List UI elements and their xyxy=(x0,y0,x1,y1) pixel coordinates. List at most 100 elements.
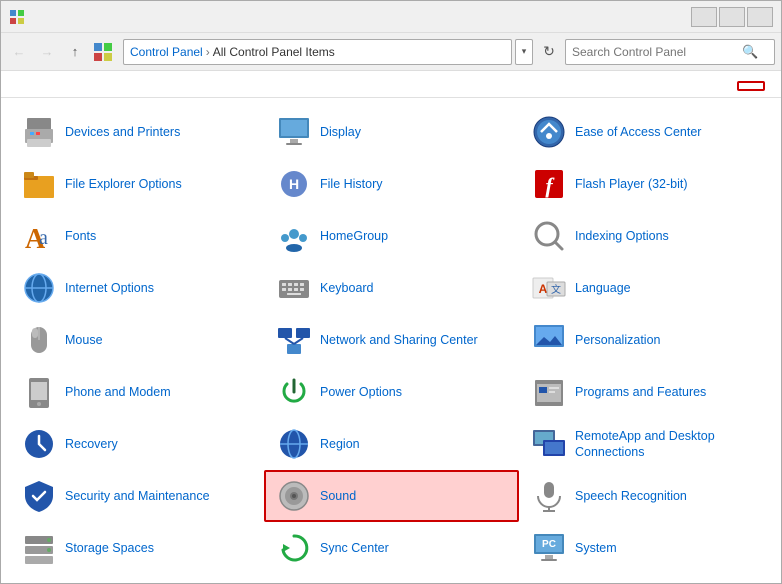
speech-icon xyxy=(531,478,567,514)
item-sync-center[interactable]: Sync Center xyxy=(264,522,519,574)
personalization-icon xyxy=(531,322,567,358)
item-label-devices-and-printers: Devices and Printers xyxy=(65,124,180,140)
up-button[interactable]: ↑ xyxy=(63,40,87,64)
content-area: Devices and Printers Display Ease of Acces… xyxy=(1,71,781,583)
search-box: 🔍 xyxy=(565,39,775,65)
region-icon xyxy=(276,426,312,462)
item-speech-recognition[interactable]: Speech Recognition xyxy=(519,470,774,522)
sync-icon xyxy=(276,530,312,566)
items-grid: Devices and Printers Display Ease of Acces… xyxy=(9,106,781,574)
item-display[interactable]: Display xyxy=(264,106,519,158)
flash-icon: f xyxy=(531,166,567,202)
item-system[interactable]: PC System xyxy=(519,522,774,574)
item-label-region: Region xyxy=(320,436,360,452)
window-controls xyxy=(691,7,773,27)
item-file-history[interactable]: HFile History xyxy=(264,158,519,210)
items-grid-scroll: Devices and Printers Display Ease of Acces… xyxy=(1,98,781,583)
item-mouse[interactable]: Mouse xyxy=(9,314,264,366)
phone-icon xyxy=(21,374,57,410)
remoteapp-icon xyxy=(531,426,567,462)
item-label-internet-options: Internet Options xyxy=(65,280,154,296)
item-keyboard[interactable]: Keyboard xyxy=(264,262,519,314)
ease-icon xyxy=(531,114,567,150)
item-label-fonts: Fonts xyxy=(65,228,96,244)
header-strip xyxy=(1,71,781,98)
item-label-display: Display xyxy=(320,124,361,140)
item-label-language: Language xyxy=(575,280,631,296)
view-by-control[interactable] xyxy=(737,81,765,91)
back-button[interactable]: ← xyxy=(7,40,31,64)
breadcrumb-dropdown[interactable]: ▾ xyxy=(515,39,533,65)
printer-icon xyxy=(21,114,57,150)
maximize-button[interactable] xyxy=(719,7,745,27)
internet-icon xyxy=(21,270,57,306)
item-language[interactable]: A文 Language xyxy=(519,262,774,314)
item-label-personalization: Personalization xyxy=(575,332,660,348)
forward-button[interactable]: → xyxy=(35,40,59,64)
homegroup-icon xyxy=(276,218,312,254)
item-label-file-explorer-options: File Explorer Options xyxy=(65,176,182,192)
item-security-and-maintenance[interactable]: Security and Maintenance xyxy=(9,470,264,522)
item-label-network-and-sharing: Network and Sharing Center xyxy=(320,332,478,348)
item-network-and-sharing[interactable]: Network and Sharing Center xyxy=(264,314,519,366)
fonts-icon: Aa xyxy=(21,218,57,254)
item-region[interactable]: Region xyxy=(264,418,519,470)
item-label-flash-player: Flash Player (32-bit) xyxy=(575,176,688,192)
window-icon xyxy=(9,9,25,25)
item-label-ease-of-access: Ease of Access Center xyxy=(575,124,701,140)
programs-icon xyxy=(531,374,567,410)
svg-text:文: 文 xyxy=(551,283,561,296)
item-sound[interactable]: Sound xyxy=(264,470,519,522)
system-icon: PC xyxy=(531,530,567,566)
minimize-button[interactable] xyxy=(691,7,717,27)
item-phone-and-modem[interactable]: Phone and Modem xyxy=(9,366,264,418)
item-label-security-and-maintenance: Security and Maintenance xyxy=(65,488,210,504)
item-label-power-options: Power Options xyxy=(320,384,402,400)
breadcrumb-all-items: All Control Panel Items xyxy=(213,45,335,59)
item-power-options[interactable]: Power Options xyxy=(264,366,519,418)
item-homegroup[interactable]: HomeGroup xyxy=(264,210,519,262)
item-flash-player[interactable]: f Flash Player (32-bit) xyxy=(519,158,774,210)
item-label-indexing-options: Indexing Options xyxy=(575,228,669,244)
item-label-recovery: Recovery xyxy=(65,436,118,452)
item-internet-options[interactable]: Internet Options xyxy=(9,262,264,314)
breadcrumb: Control Panel › All Control Panel Items xyxy=(123,39,512,65)
item-file-explorer-options[interactable]: File Explorer Options xyxy=(9,158,264,210)
item-ease-of-access[interactable]: Ease of Access Center xyxy=(519,106,774,158)
item-fonts[interactable]: Aa Fonts xyxy=(9,210,264,262)
keyboard-icon xyxy=(276,270,312,306)
network-icon xyxy=(276,322,312,358)
mouse-icon xyxy=(21,322,57,358)
item-label-phone-and-modem: Phone and Modem xyxy=(65,384,171,400)
item-label-system: System xyxy=(575,540,617,556)
refresh-button[interactable]: ↻ xyxy=(537,39,561,65)
item-devices-and-printers[interactable]: Devices and Printers xyxy=(9,106,264,158)
item-label-keyboard: Keyboard xyxy=(320,280,374,296)
breadcrumb-control-panel[interactable]: Control Panel xyxy=(130,45,203,59)
item-label-storage-spaces: Storage Spaces xyxy=(65,540,154,556)
item-label-speech-recognition: Speech Recognition xyxy=(575,488,687,504)
security-icon xyxy=(21,478,57,514)
svg-text:PC: PC xyxy=(542,539,556,550)
sound-icon xyxy=(276,478,312,514)
item-label-file-history: File History xyxy=(320,176,383,192)
nav-bar: ← → ↑ Control Panel › All Control Panel … xyxy=(1,33,781,71)
search-input[interactable] xyxy=(572,45,742,59)
item-label-remoteapp: RemoteApp and Desktop Connections xyxy=(575,428,762,461)
item-personalization[interactable]: Personalization xyxy=(519,314,774,366)
item-programs-and-features[interactable]: Programs and Features xyxy=(519,366,774,418)
recovery-icon xyxy=(21,426,57,462)
item-remoteapp[interactable]: RemoteApp and Desktop Connections xyxy=(519,418,774,470)
item-indexing-options[interactable]: Indexing Options xyxy=(519,210,774,262)
display-icon xyxy=(276,114,312,150)
breadcrumb-separator: › xyxy=(206,45,210,59)
storage-icon xyxy=(21,530,57,566)
item-storage-spaces[interactable]: Storage Spaces xyxy=(9,522,264,574)
item-label-homegroup: HomeGroup xyxy=(320,228,388,244)
language-icon: A文 xyxy=(531,270,567,306)
close-button[interactable] xyxy=(747,7,773,27)
item-label-mouse: Mouse xyxy=(65,332,103,348)
svg-text:A: A xyxy=(539,282,548,296)
item-recovery[interactable]: Recovery xyxy=(9,418,264,470)
indexing-icon xyxy=(531,218,567,254)
